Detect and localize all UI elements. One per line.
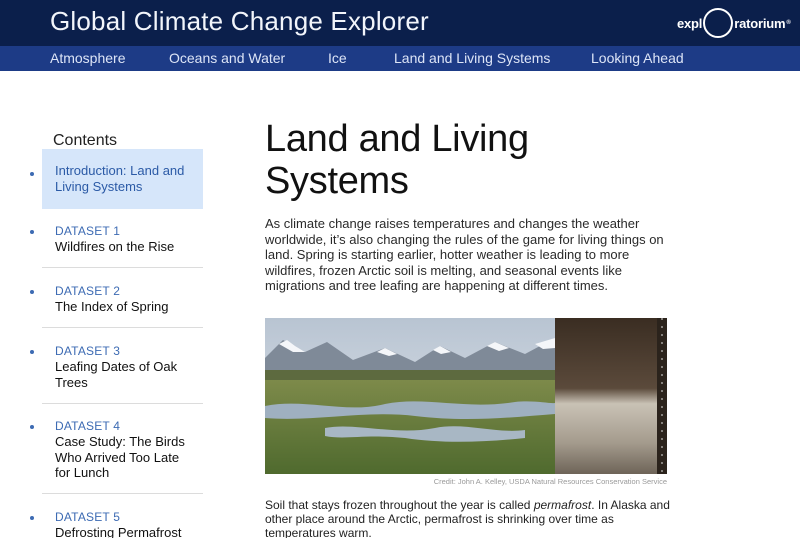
logo-registered-mark: ® (786, 20, 791, 26)
toc-item-dataset-2[interactable]: DATASET 2 The Index of Spring (30, 284, 203, 315)
photo-illustration (265, 318, 667, 474)
toc-item-text: Leafing Dates of Oak Trees (55, 359, 178, 390)
toc-item-dataset-3[interactable]: DATASET 3 Leafing Dates of Oak Trees (30, 344, 203, 390)
toc-item-kicker: DATASET 2 (55, 284, 121, 298)
bullet-icon (30, 350, 34, 354)
toc-divider (42, 403, 203, 404)
logo-text-left: expl (677, 15, 703, 31)
toc-item-kicker: DATASET 4 (55, 419, 121, 433)
site-header: Global Climate Change Explorer expl rato… (0, 0, 800, 46)
page-title: Land and Living Systems (265, 118, 529, 202)
main-nav: Atmosphere Oceans and Water Ice Land and… (0, 46, 800, 71)
nav-item-atmosphere[interactable]: Atmosphere (50, 50, 125, 66)
caption-text-before: Soil that stays frozen throughout the ye… (265, 498, 534, 512)
toc-item-introduction[interactable]: Introduction: Land and Living Systems (30, 149, 203, 209)
nav-item-land-and-living-systems[interactable]: Land and Living Systems (394, 50, 550, 66)
toc-item-text: Case Study: The Birds Who Arrived Too La… (55, 434, 185, 480)
toc-item-kicker: DATASET 3 (55, 344, 121, 358)
nav-item-ice[interactable]: Ice (328, 50, 347, 66)
photo-credit: Credit: John A. Kelley, USDA Natural Res… (433, 477, 667, 486)
toc-divider (42, 267, 203, 268)
exploratorium-logo[interactable]: expl ratorium ® (677, 8, 791, 38)
caption-term-permafrost: permafrost (533, 498, 592, 512)
bullet-icon (30, 425, 34, 429)
toc-item-dataset-5[interactable]: DATASET 5 Defrosting Permafrost (30, 510, 203, 538)
toc-item-text: The Index of Spring (55, 299, 169, 314)
toc-item-kicker: DATASET 1 (55, 224, 121, 238)
toc-divider (42, 327, 203, 328)
logo-text-right: ratorium (734, 15, 786, 31)
nav-item-looking-ahead[interactable]: Looking Ahead (591, 50, 684, 66)
intro-paragraph: As climate change raises temperatures an… (265, 216, 664, 294)
bullet-icon (30, 516, 34, 520)
photo-caption: Soil that stays frozen throughout the ye… (265, 498, 670, 538)
toc-item-dataset-4[interactable]: DATASET 4 Case Study: The Birds Who Arri… (30, 419, 203, 481)
toc-item-dataset-1[interactable]: DATASET 1 Wildfires on the Rise (30, 224, 203, 255)
toc-item-text: Introduction: Land and Living Systems (55, 163, 185, 194)
toc-item-text: Wildfires on the Rise (55, 239, 175, 254)
site-title[interactable]: Global Climate Change Explorer (50, 6, 429, 37)
bullet-icon (30, 230, 34, 234)
bullet-icon (30, 172, 34, 176)
toc-item-kicker: DATASET 5 (55, 510, 121, 524)
main-content: Land and Living Systems As climate chang… (265, 118, 667, 293)
permafrost-landscape-photo (265, 318, 667, 474)
contents-heading: Contents (53, 132, 118, 149)
toc-item-text: Defrosting Permafrost (55, 525, 182, 538)
bullet-icon (30, 290, 34, 294)
toc-divider (42, 493, 203, 494)
nav-item-oceans-and-water[interactable]: Oceans and Water (169, 50, 285, 66)
logo-ring-icon (703, 8, 734, 38)
